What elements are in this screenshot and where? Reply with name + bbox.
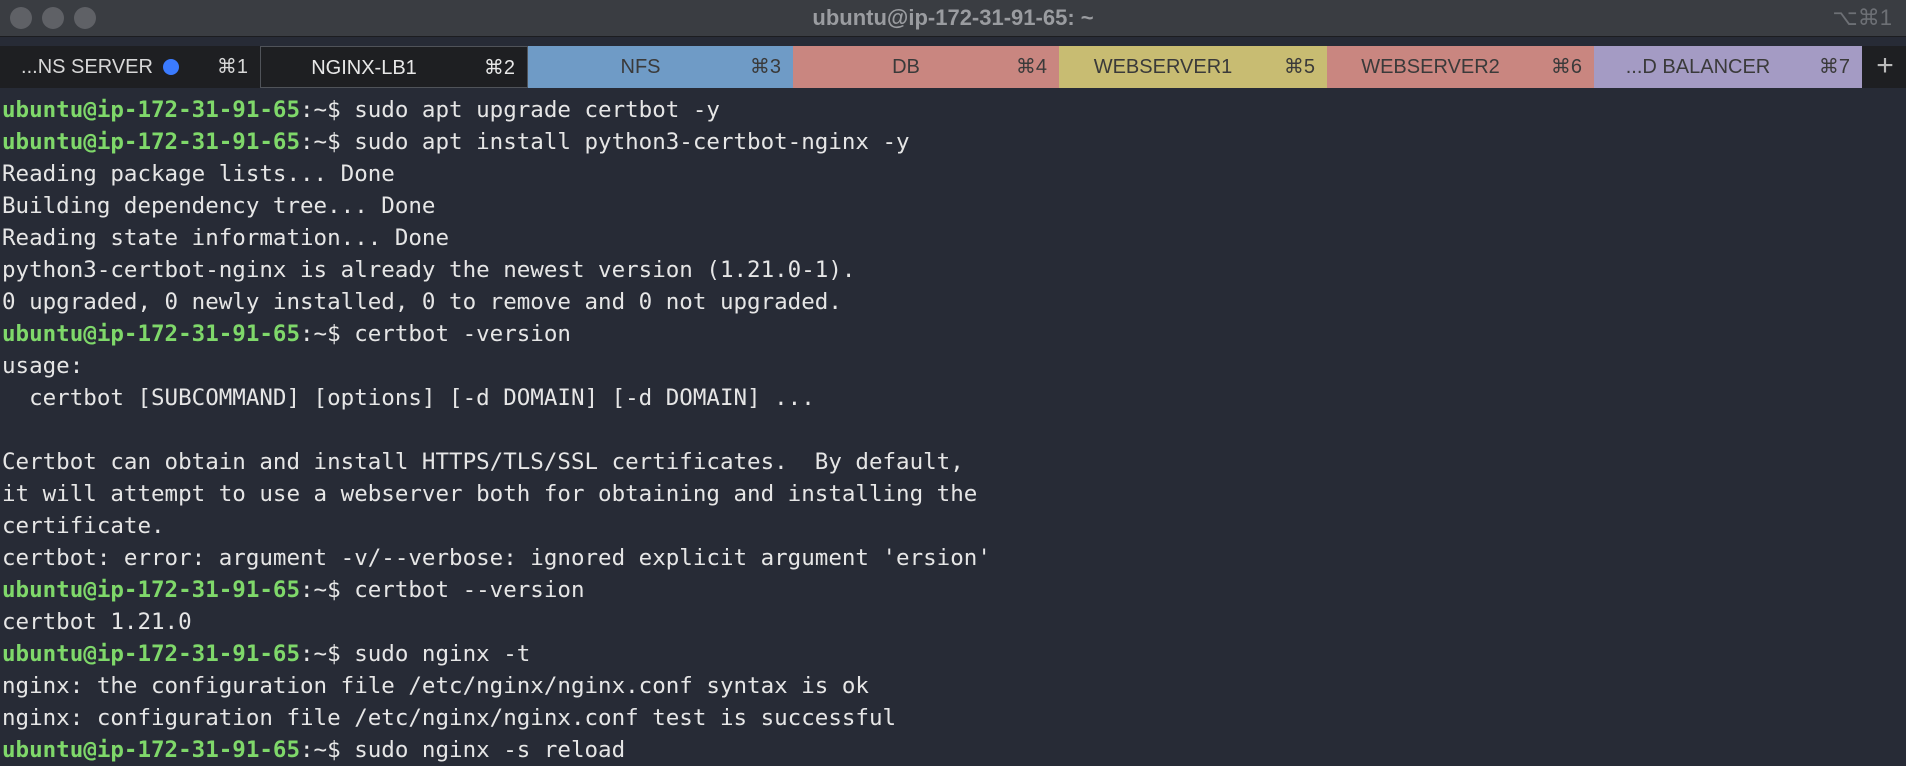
prompt-line: ubuntu@ip-172-31-91-65:~$ sudo apt insta… <box>2 126 1906 158</box>
prompt-user: ubuntu@ip-172-31-91-65 <box>2 129 300 155</box>
command-text: sudo apt install python3-certbot-nginx -… <box>354 129 909 155</box>
output-line: usage: <box>2 350 1906 382</box>
tab-label: NGINX-LB1 <box>261 47 467 89</box>
output-line: certbot 1.21.0 <box>2 606 1906 638</box>
title-bar: ubuntu@ip-172-31-91-65: ~ ⌥⌘1 <box>0 0 1906 37</box>
tab-load-balancer[interactable]: ...D BALANCER ⌘7 <box>1594 46 1862 88</box>
prompt-line: ubuntu@ip-172-31-91-65:~$ sudo nginx -t <box>2 638 1906 670</box>
output-line: certbot [SUBCOMMAND] [options] [-d DOMAI… <box>2 382 1906 414</box>
prompt-user: ubuntu@ip-172-31-91-65 <box>2 737 300 763</box>
tab-webserver1[interactable]: WEBSERVER1 ⌘5 <box>1059 46 1327 88</box>
command-text: sudo nginx -s reload <box>354 737 625 763</box>
tab-shortcut: ⌘5 <box>1284 46 1315 88</box>
window-title: ubuntu@ip-172-31-91-65: ~ <box>0 0 1906 36</box>
tab-webserver2[interactable]: WEBSERVER2 ⌘6 <box>1327 46 1594 88</box>
tab-label: WEBSERVER1 <box>1059 46 1267 88</box>
tab-nginx-lb1[interactable]: NGINX-LB1 ⌘2 <box>260 46 528 88</box>
window-shortcut: ⌥⌘1 <box>1832 0 1892 36</box>
activity-dot-icon <box>163 59 179 75</box>
output-line: Reading package lists... Done <box>2 158 1906 190</box>
output-line: 0 upgraded, 0 newly installed, 0 to remo… <box>2 286 1906 318</box>
tab-bar: ...NS SERVER ⌘1 NGINX-LB1 ⌘2 NFS ⌘3 DB ⌘… <box>0 46 1906 88</box>
tab-label: ...NS SERVER <box>21 56 153 78</box>
prompt-path: :~$ <box>300 577 354 603</box>
command-text: certbot --version <box>354 577 584 603</box>
tab-shortcut: ⌘2 <box>484 47 515 89</box>
prompt-path: :~$ <box>300 129 354 155</box>
output-line: certbot: error: argument -v/--verbose: i… <box>2 542 1906 574</box>
prompt-user: ubuntu@ip-172-31-91-65 <box>2 97 300 123</box>
output-text: nginx: the configuration file /etc/nginx… <box>2 673 869 699</box>
tab-nfs[interactable]: NFS ⌘3 <box>528 46 793 88</box>
output-text: python3-certbot-nginx is already the new… <box>2 257 855 283</box>
tab-shortcut: ⌘1 <box>217 46 248 88</box>
new-tab-button[interactable]: + <box>1864 46 1906 88</box>
output-line: it will attempt to use a webserver both … <box>2 478 1906 510</box>
output-text: it will attempt to use a webserver both … <box>2 481 977 507</box>
prompt-user: ubuntu@ip-172-31-91-65 <box>2 641 300 667</box>
tab-db[interactable]: DB ⌘4 <box>793 46 1059 88</box>
output-text: Certbot can obtain and install HTTPS/TLS… <box>2 449 964 475</box>
command-text: sudo nginx -t <box>354 641 530 667</box>
command-text: sudo apt upgrade certbot -y <box>354 97 720 123</box>
prompt-user: ubuntu@ip-172-31-91-65 <box>2 321 300 347</box>
output-line: python3-certbot-nginx is already the new… <box>2 254 1906 286</box>
tab-shortcut: ⌘4 <box>1016 46 1047 88</box>
output-text: nginx: configuration file /etc/nginx/ngi… <box>2 705 896 731</box>
output-text: certbot: error: argument -v/--verbose: i… <box>2 545 991 571</box>
output-text: Reading state information... Done <box>2 225 449 251</box>
tab-label: ...D BALANCER <box>1594 46 1802 88</box>
tab-shortcut: ⌘3 <box>750 46 781 88</box>
output-text: Building dependency tree... Done <box>2 193 435 219</box>
prompt-line: ubuntu@ip-172-31-91-65:~$ sudo nginx -s … <box>2 734 1906 766</box>
output-line: Building dependency tree... Done <box>2 190 1906 222</box>
output-line: nginx: the configuration file /etc/nginx… <box>2 670 1906 702</box>
prompt-line: ubuntu@ip-172-31-91-65:~$ sudo apt upgra… <box>2 94 1906 126</box>
tab-dns-server[interactable]: ...NS SERVER ⌘1 <box>0 46 260 88</box>
output-line: certificate. <box>2 510 1906 542</box>
tab-shortcut: ⌘7 <box>1819 46 1850 88</box>
prompt-path: :~$ <box>300 321 354 347</box>
output-line: nginx: configuration file /etc/nginx/ngi… <box>2 702 1906 734</box>
output-text: certbot 1.21.0 <box>2 609 192 635</box>
tab-label: DB <box>793 46 1019 88</box>
output-text: usage: <box>2 353 83 379</box>
output-line <box>2 414 1906 446</box>
prompt-path: :~$ <box>300 641 354 667</box>
output-line: Reading state information... Done <box>2 222 1906 254</box>
prompt-line: ubuntu@ip-172-31-91-65:~$ certbot --vers… <box>2 574 1906 606</box>
prompt-path: :~$ <box>300 97 354 123</box>
prompt-line: ubuntu@ip-172-31-91-65:~$ certbot -versi… <box>2 318 1906 350</box>
output-text: Reading package lists... Done <box>2 161 395 187</box>
tab-label: WEBSERVER2 <box>1327 46 1534 88</box>
terminal-output[interactable]: ubuntu@ip-172-31-91-65:~$ sudo apt upgra… <box>2 94 1906 744</box>
output-line: Certbot can obtain and install HTTPS/TLS… <box>2 446 1906 478</box>
tab-label: NFS <box>528 46 753 88</box>
prompt-path: :~$ <box>300 737 354 763</box>
tab-shortcut: ⌘6 <box>1551 46 1582 88</box>
prompt-user: ubuntu@ip-172-31-91-65 <box>2 577 300 603</box>
output-text: certbot [SUBCOMMAND] [options] [-d DOMAI… <box>2 385 815 411</box>
output-text: 0 upgraded, 0 newly installed, 0 to remo… <box>2 289 842 315</box>
command-text: certbot -version <box>354 321 571 347</box>
output-text: certificate. <box>2 513 165 539</box>
